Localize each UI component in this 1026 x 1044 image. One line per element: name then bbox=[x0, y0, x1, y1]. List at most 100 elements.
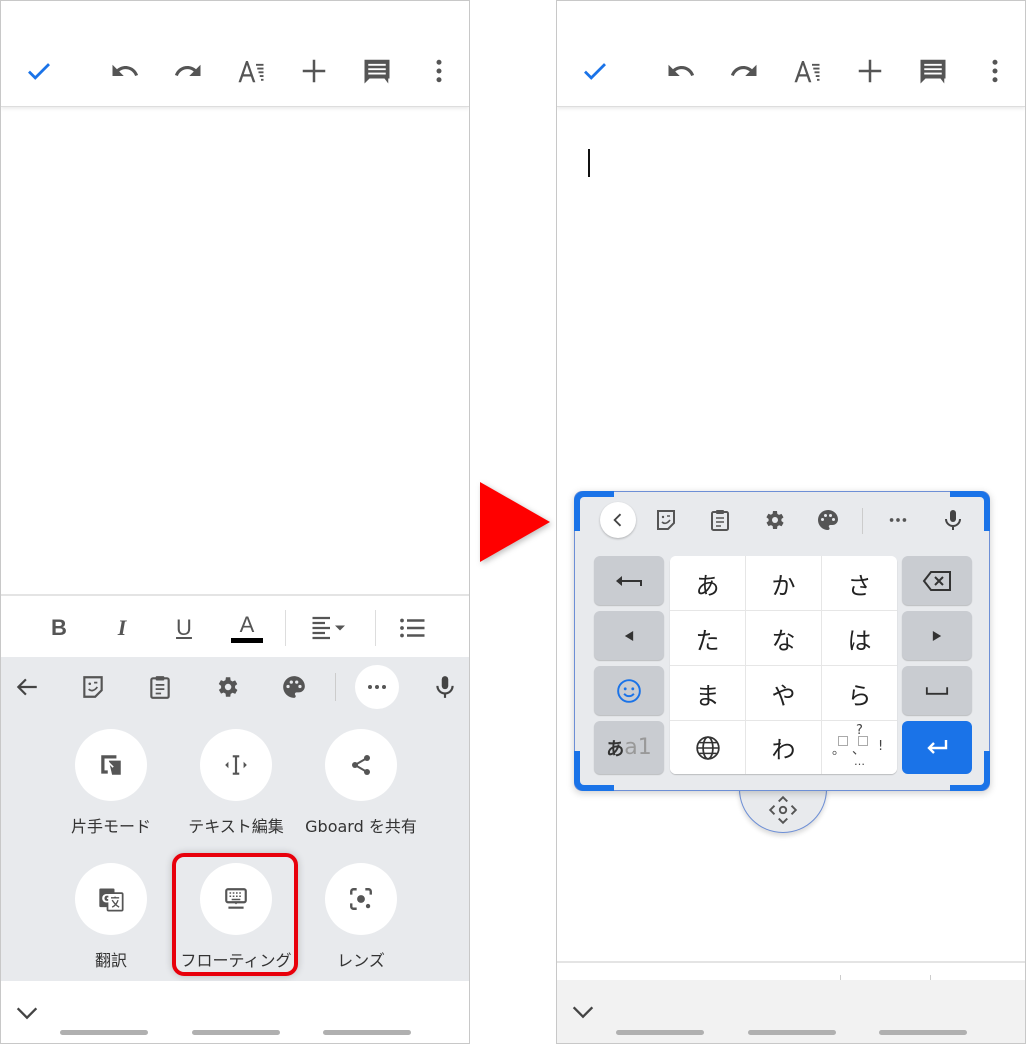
kana-label: な bbox=[771, 626, 796, 655]
comment-icon[interactable] bbox=[361, 55, 393, 87]
app-bar bbox=[1, 1, 469, 107]
text-format-icon[interactable] bbox=[791, 55, 823, 87]
keyboard-toolbar bbox=[1, 657, 469, 715]
floating-keyboard-body: あ a1 あ か さ た な は ま や ら わ ? 。 、 ! … bbox=[574, 491, 990, 791]
back-arrow-icon[interactable] bbox=[9, 669, 45, 705]
redo-icon[interactable] bbox=[172, 55, 204, 87]
text-color-icon[interactable]: A bbox=[229, 610, 265, 646]
mic-icon[interactable] bbox=[427, 669, 463, 705]
menu-item-label: 片手モード bbox=[70, 817, 151, 836]
kana-key[interactable]: は bbox=[822, 611, 897, 666]
divider bbox=[285, 610, 286, 646]
palette-icon[interactable] bbox=[276, 669, 312, 705]
bold-icon[interactable]: B bbox=[41, 610, 77, 646]
sticker-icon[interactable] bbox=[75, 669, 111, 705]
globe-icon bbox=[695, 735, 720, 760]
kana-label: は bbox=[847, 626, 872, 655]
divider bbox=[375, 610, 376, 646]
text-edit-icon bbox=[200, 729, 272, 801]
kana-key[interactable]: た bbox=[670, 611, 746, 666]
menu-item-label: 翻訳 bbox=[94, 951, 127, 970]
kana-key[interactable]: あ bbox=[670, 556, 746, 611]
check-icon[interactable] bbox=[23, 55, 55, 87]
resize-corner-bottom-right[interactable] bbox=[950, 751, 990, 791]
kana-label: か bbox=[771, 571, 796, 600]
right-screen: あ a1 あ か さ た な は ま や ら わ ? 。 、 ! … bbox=[556, 0, 1026, 1044]
clipboard-icon[interactable] bbox=[704, 504, 736, 536]
app-bar bbox=[557, 1, 1025, 107]
clipboard-icon[interactable] bbox=[142, 669, 178, 705]
undo-icon[interactable] bbox=[665, 55, 697, 87]
more-vert-icon[interactable] bbox=[979, 55, 1011, 87]
globe-key[interactable] bbox=[670, 721, 746, 774]
kana-label: あ bbox=[695, 571, 720, 600]
redo-icon[interactable] bbox=[728, 55, 760, 87]
nav-pill bbox=[879, 1030, 967, 1035]
settings-icon[interactable] bbox=[209, 669, 245, 705]
punctuation-key[interactable]: ? 。 、 ! … bbox=[822, 721, 897, 774]
chevron-down-icon[interactable] bbox=[13, 999, 41, 1027]
italic-label: I bbox=[117, 615, 127, 640]
more-vert-icon[interactable] bbox=[423, 55, 455, 87]
more-horiz-icon[interactable] bbox=[882, 504, 914, 536]
kana-key[interactable]: か bbox=[746, 556, 822, 611]
drag-handle[interactable] bbox=[739, 787, 827, 833]
underline-icon[interactable]: U bbox=[166, 610, 202, 646]
backspace-key[interactable] bbox=[902, 556, 972, 605]
kana-label: さ bbox=[847, 571, 872, 600]
more-horiz-icon[interactable] bbox=[355, 665, 399, 709]
kana-key[interactable]: ら bbox=[822, 666, 897, 721]
menu-item-label: テキスト編集 bbox=[188, 817, 284, 836]
settings-icon[interactable] bbox=[758, 504, 790, 536]
cursor-right-key[interactable] bbox=[902, 611, 972, 660]
emoji-key[interactable] bbox=[594, 666, 664, 715]
kana-label: た bbox=[695, 626, 720, 655]
menu-item-one-handed[interactable]: 片手モード bbox=[46, 729, 176, 837]
comment-icon[interactable] bbox=[917, 55, 949, 87]
floating-keyboard[interactable]: あ a1 あ か さ た な は ま や ら わ ? 。 、 ! … bbox=[574, 491, 990, 833]
mode-secondary: a1 bbox=[624, 735, 652, 760]
resize-corner-bottom-left[interactable] bbox=[574, 751, 614, 791]
nav-pill bbox=[616, 1030, 704, 1035]
sticker-icon[interactable] bbox=[650, 504, 682, 536]
triangle-left-icon bbox=[624, 630, 634, 641]
italic-icon[interactable]: I bbox=[104, 610, 140, 646]
kana-key[interactable]: ま bbox=[670, 666, 746, 721]
kana-key[interactable]: さ bbox=[822, 556, 897, 611]
undo-key[interactable] bbox=[594, 556, 664, 605]
nav-pill bbox=[748, 1030, 836, 1035]
kana-key[interactable]: わ bbox=[746, 721, 822, 774]
chevron-down-icon[interactable] bbox=[569, 998, 597, 1026]
nav-pill bbox=[192, 1030, 280, 1035]
menu-item-text-edit[interactable]: テキスト編集 bbox=[171, 729, 301, 837]
triangle-right-icon bbox=[932, 630, 942, 641]
move-icon bbox=[768, 795, 798, 824]
menu-item-label: レンズ bbox=[337, 951, 385, 970]
undo-icon[interactable] bbox=[109, 55, 141, 87]
menu-item-lens[interactable]: レンズ bbox=[296, 863, 426, 971]
add-icon[interactable] bbox=[854, 55, 886, 87]
text-color-swatch bbox=[231, 637, 263, 643]
resize-corner-top-right[interactable] bbox=[950, 491, 990, 531]
space-key[interactable] bbox=[902, 666, 972, 715]
nav-pill bbox=[323, 1030, 411, 1035]
resize-corner-top-left[interactable] bbox=[574, 491, 614, 531]
punct-bottom: … bbox=[854, 755, 865, 768]
bulleted-list-icon[interactable] bbox=[394, 610, 430, 646]
backspace-icon bbox=[922, 570, 951, 591]
menu-item-translate[interactable]: G 翻訳 bbox=[46, 863, 176, 971]
divider bbox=[862, 508, 863, 534]
menu-item-share[interactable]: Gboard を共有 bbox=[296, 729, 426, 837]
navigation-bar bbox=[1, 981, 469, 1043]
check-icon[interactable] bbox=[579, 55, 611, 87]
kana-key[interactable]: や bbox=[746, 666, 822, 721]
kana-key[interactable]: な bbox=[746, 611, 822, 666]
share-icon bbox=[325, 729, 397, 801]
cursor-left-key[interactable] bbox=[594, 611, 664, 660]
add-icon[interactable] bbox=[298, 55, 330, 87]
align-icon[interactable] bbox=[306, 610, 354, 646]
underline-label: U bbox=[176, 615, 192, 640]
palette-icon[interactable] bbox=[812, 504, 844, 536]
text-format-icon[interactable] bbox=[235, 55, 267, 87]
enter-icon bbox=[927, 739, 948, 754]
